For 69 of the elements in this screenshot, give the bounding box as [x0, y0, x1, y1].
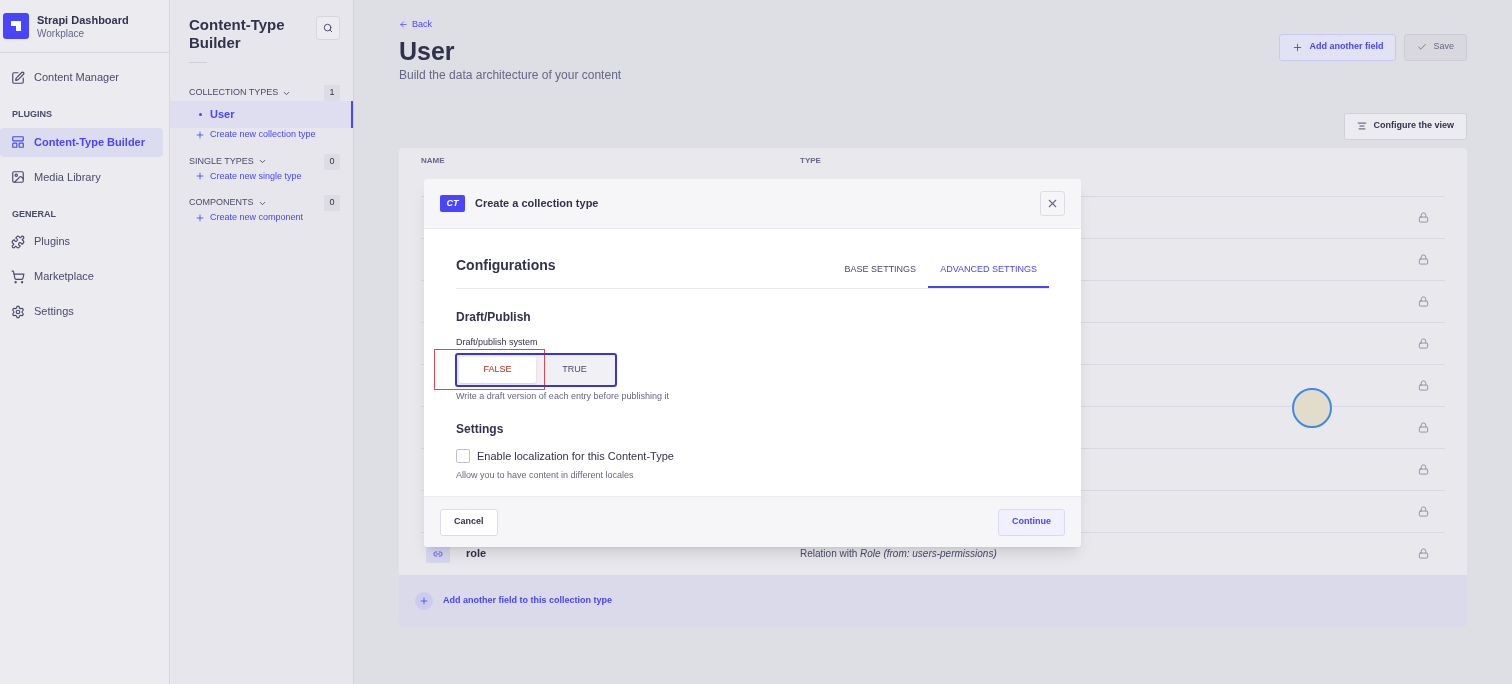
- settings-icon: [11, 304, 25, 319]
- count-badge: 0: [324, 153, 340, 170]
- toggle-option[interactable]: TRUE: [536, 356, 613, 383]
- lines-icon: [1357, 121, 1368, 131]
- add-field-button[interactable]: Add another field: [1279, 33, 1397, 61]
- search-button[interactable]: [316, 16, 340, 40]
- create-link[interactable]: Create new collection type: [170, 128, 353, 142]
- back-link[interactable]: Back: [399, 18, 1467, 32]
- cancel-button[interactable]: Cancel: [440, 508, 498, 536]
- page-title: User: [399, 35, 456, 66]
- checkbox[interactable]: [456, 449, 470, 464]
- image-icon: [11, 170, 25, 184]
- group-heading: Settings: [456, 421, 505, 438]
- group-title: COMPONENTS: [189, 196, 254, 210]
- close-icon: [1046, 197, 1059, 210]
- settings-tab[interactable]: ADVANCED SETTINGS: [928, 251, 1049, 288]
- nav-item[interactable]: Content Manager: [0, 63, 163, 92]
- type-badge: CT: [440, 195, 465, 212]
- search-icon: [323, 23, 333, 33]
- create-link[interactable]: Create new single type: [170, 169, 353, 183]
- column-header: NAME: [421, 154, 446, 167]
- add-field-link[interactable]: Add another field to this collection type: [443, 593, 612, 608]
- puzzle-icon: [11, 234, 25, 249]
- count-badge: 0: [324, 195, 340, 211]
- field-name: role: [466, 546, 487, 562]
- workspace-name: Workplace: [37, 26, 86, 40]
- type-item[interactable]: User: [170, 101, 353, 128]
- close-button[interactable]: [1040, 191, 1065, 216]
- group-title: COLLECTION TYPES: [189, 86, 279, 100]
- nav-section-title: GENERAL: [11, 207, 57, 221]
- settings-tab[interactable]: BASE SETTINGS: [832, 251, 929, 288]
- toggle-option[interactable]: FALSE: [459, 356, 536, 383]
- field-type: Relation with Role (from: users-permissions): [800, 547, 997, 561]
- pen-icon: [11, 70, 25, 85]
- nav-item[interactable]: Plugins: [0, 227, 163, 256]
- plus-icon: [1292, 41, 1304, 53]
- plus-icon[interactable]: [415, 591, 433, 610]
- bullet-icon: [199, 113, 202, 116]
- plus-icon: [195, 212, 205, 223]
- nav-section-title: PLUGINS: [11, 108, 53, 121]
- group-heading: Draft/Publish: [456, 309, 532, 326]
- configure-view-button[interactable]: Configure the view: [1344, 112, 1467, 140]
- caret-icon[interactable]: [257, 157, 267, 166]
- field-hint: Write a draft version of each entry before publishing it: [456, 389, 670, 403]
- field-hint: Allow you to have content in different locales: [456, 468, 635, 482]
- check-icon: [1417, 42, 1428, 52]
- brand-name: Strapi Dashboard: [37, 12, 129, 27]
- checkbox-label: Enable localization for this Content-Type: [477, 449, 674, 464]
- nav-item[interactable]: Settings: [0, 297, 163, 326]
- plus-icon: [195, 129, 205, 140]
- modal-title: Create a collection type: [475, 196, 599, 212]
- column-header: TYPE: [800, 154, 821, 167]
- arrow-left-icon: [399, 20, 408, 30]
- logo-icon: [3, 13, 29, 39]
- create-link[interactable]: Create new component: [170, 211, 353, 225]
- section-heading: Configurations: [456, 256, 556, 275]
- plus-icon: [195, 171, 205, 182]
- nav-item[interactable]: Media Library: [0, 162, 163, 192]
- nav-item[interactable]: Content-Type Builder: [0, 127, 163, 157]
- continue-button[interactable]: Continue: [998, 508, 1065, 536]
- field-label: Draft/publish system: [456, 336, 539, 349]
- page-subtitle: Build the data architecture of your content: [399, 66, 622, 84]
- nav-item[interactable]: Marketplace: [0, 262, 163, 291]
- panel-title: Content-Type Builder: [189, 16, 286, 52]
- group-title: SINGLE TYPES: [189, 154, 254, 168]
- cart-icon: [11, 269, 25, 284]
- save-button[interactable]: Save: [1404, 33, 1467, 61]
- count-badge: 1: [324, 85, 340, 101]
- layout-icon: [11, 135, 25, 149]
